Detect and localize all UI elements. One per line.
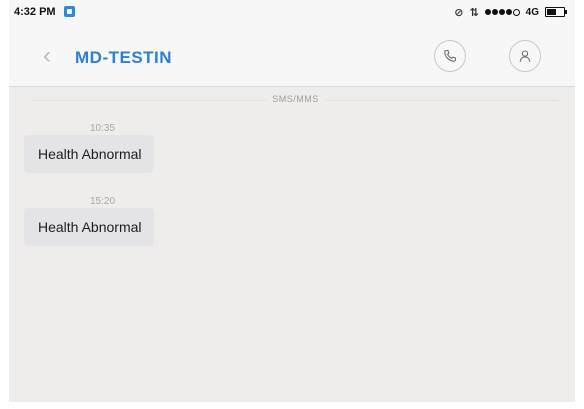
phone-icon: [444, 49, 456, 62]
status-bar: 4:32 PM ⊘ ⇅ 4G: [9, 0, 575, 26]
conversation-type-divider: SMS/MMS: [33, 94, 558, 108]
signal-strength-icon: [484, 8, 520, 16]
contact-details-button[interactable]: [509, 40, 541, 72]
conversation-type-label: SMS/MMS: [266, 94, 325, 104]
network-type: 4G: [525, 6, 539, 18]
contact-name: MD-TESTIN: [75, 48, 173, 67]
message-timestamp: 10:35: [90, 123, 116, 134]
status-indicators: ⊘ ⇅ 4G: [454, 5, 567, 19]
message-bubble[interactable]: Health Abnormal: [24, 135, 154, 173]
battery-icon: [545, 7, 567, 17]
call-button[interactable]: [434, 40, 466, 72]
phone-screen: 4:32 PM ⊘ ⇅ 4G ‹ MD-TESTIN SMS/MMS 10:35…: [9, 0, 575, 402]
mute-icon: ⊘: [454, 6, 464, 19]
message-timestamp: 15:20: [90, 196, 116, 207]
back-chevron-icon[interactable]: ‹: [37, 43, 57, 69]
status-time: 4:32 PM: [14, 6, 56, 18]
conversation-header: ‹ MD-TESTIN: [9, 26, 575, 87]
notification-app-icon: [64, 6, 75, 17]
data-transfer-icon: ⇅: [469, 6, 479, 19]
message-bubble[interactable]: Health Abnormal: [24, 208, 154, 246]
person-icon: [519, 50, 531, 62]
